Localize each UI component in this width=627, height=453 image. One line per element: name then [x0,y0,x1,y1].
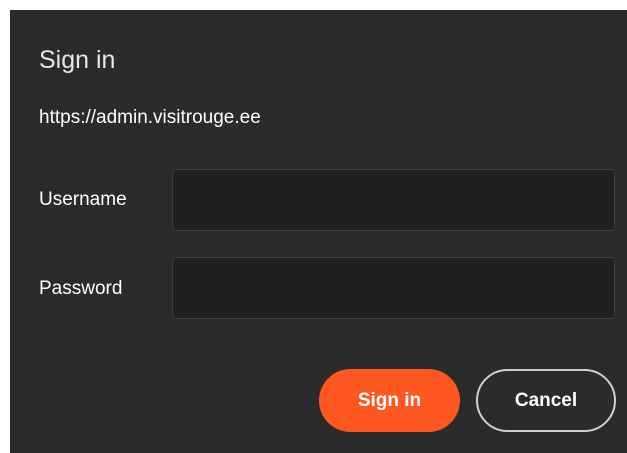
password-label: Password [39,278,123,299]
site-url: https://admin.visitrouge.ee [39,107,261,128]
cancel-button[interactable]: Cancel [476,369,616,432]
username-label: Username [39,189,127,210]
password-input[interactable] [172,257,615,319]
sign-in-dialog: Sign in https://admin.visitrouge.ee User… [10,10,627,453]
dialog-title: Sign in [39,46,116,74]
sign-in-button[interactable]: Sign in [319,369,460,432]
username-input[interactable] [172,169,615,231]
